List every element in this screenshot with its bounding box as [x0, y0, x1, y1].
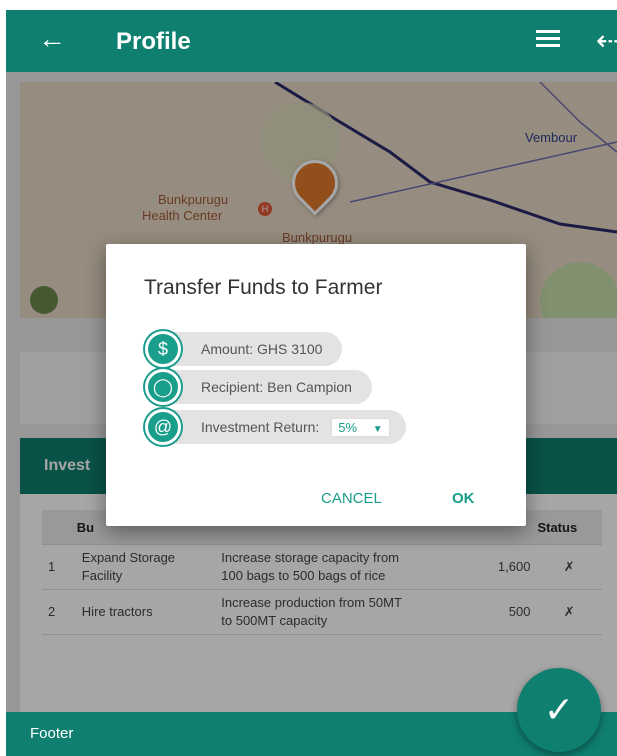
menu-icon[interactable]: [536, 30, 560, 50]
dialog-title: Transfer Funds to Farmer: [144, 276, 383, 299]
logout-icon[interactable]: ⇠: [596, 24, 617, 57]
page-title: Profile: [116, 28, 191, 55]
recipient-field: ◯ Recipient: Ben Campion: [144, 369, 372, 405]
amount-field: $ Amount: GHS 3100: [144, 331, 343, 367]
transfer-dialog: Transfer Funds to Farmer $ Amount: GHS 3…: [106, 244, 526, 526]
ok-button[interactable]: OK: [452, 490, 475, 507]
return-field: @ Investment Return: 5% ▼: [144, 409, 406, 445]
app-bar: ← Profile ⇠: [6, 10, 617, 72]
person-icon: ◯: [145, 369, 181, 405]
dollar-icon: $: [145, 331, 181, 367]
dropdown-arrow-icon: ▼: [372, 423, 383, 435]
at-icon: @: [145, 409, 181, 445]
cancel-button[interactable]: CANCEL: [321, 490, 382, 507]
return-select[interactable]: 5% ▼: [331, 417, 390, 437]
check-icon: ✓: [543, 689, 575, 730]
arrow-left-icon[interactable]: ←: [38, 25, 66, 53]
check-fab-button[interactable]: ✓: [517, 668, 601, 752]
